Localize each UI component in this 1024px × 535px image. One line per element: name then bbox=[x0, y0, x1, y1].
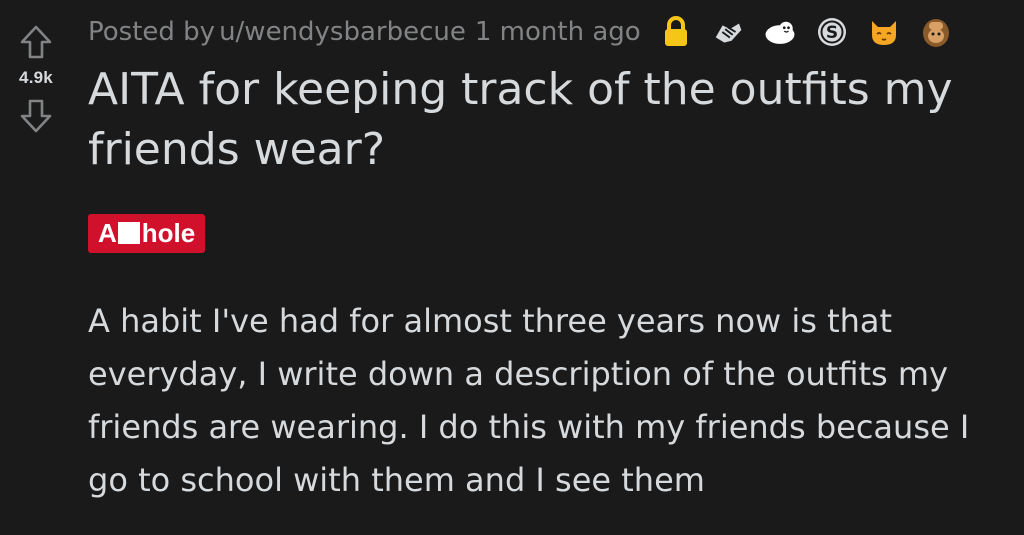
post-body: A habit I've had for almost three years … bbox=[88, 302, 970, 499]
arrow-up-icon bbox=[20, 25, 52, 59]
handshake-award-icon bbox=[711, 15, 745, 49]
svg-text:S: S bbox=[826, 23, 838, 43]
upvote-button[interactable] bbox=[16, 22, 56, 62]
downvote-button[interactable] bbox=[16, 96, 56, 136]
post-flair[interactable]: Ahole bbox=[88, 214, 206, 253]
redaction-block bbox=[117, 222, 140, 244]
cat-award-icon bbox=[867, 15, 901, 49]
post-content: Posted by u/wendysbarbecue 1 month ago S… bbox=[88, 10, 1014, 507]
awards-row[interactable]: S bbox=[659, 15, 953, 49]
lock-icon bbox=[659, 15, 693, 49]
post-age[interactable]: 1 month ago bbox=[475, 17, 641, 47]
post-title[interactable]: AITA for keeping track of the outfits my… bbox=[88, 60, 988, 180]
vote-column: 4.9k bbox=[0, 22, 72, 136]
flair-text-prefix: A bbox=[98, 218, 117, 248]
vote-score: 4.9k bbox=[19, 68, 53, 87]
arrow-down-icon bbox=[20, 99, 52, 133]
flair-text-suffix: hole bbox=[141, 218, 196, 248]
reddit-post: 4.9k Posted by u/wendysbarbecue 1 month … bbox=[0, 0, 1024, 535]
wholesome-seal-award-icon bbox=[763, 15, 797, 49]
author-link[interactable]: u/wendysbarbecue bbox=[219, 17, 466, 47]
facepalm-award-icon bbox=[919, 15, 953, 49]
post-meta: Posted by u/wendysbarbecue 1 month ago S bbox=[88, 10, 1014, 54]
posted-by-label: Posted by bbox=[88, 17, 216, 47]
silver-s-award-icon: S bbox=[815, 15, 849, 49]
